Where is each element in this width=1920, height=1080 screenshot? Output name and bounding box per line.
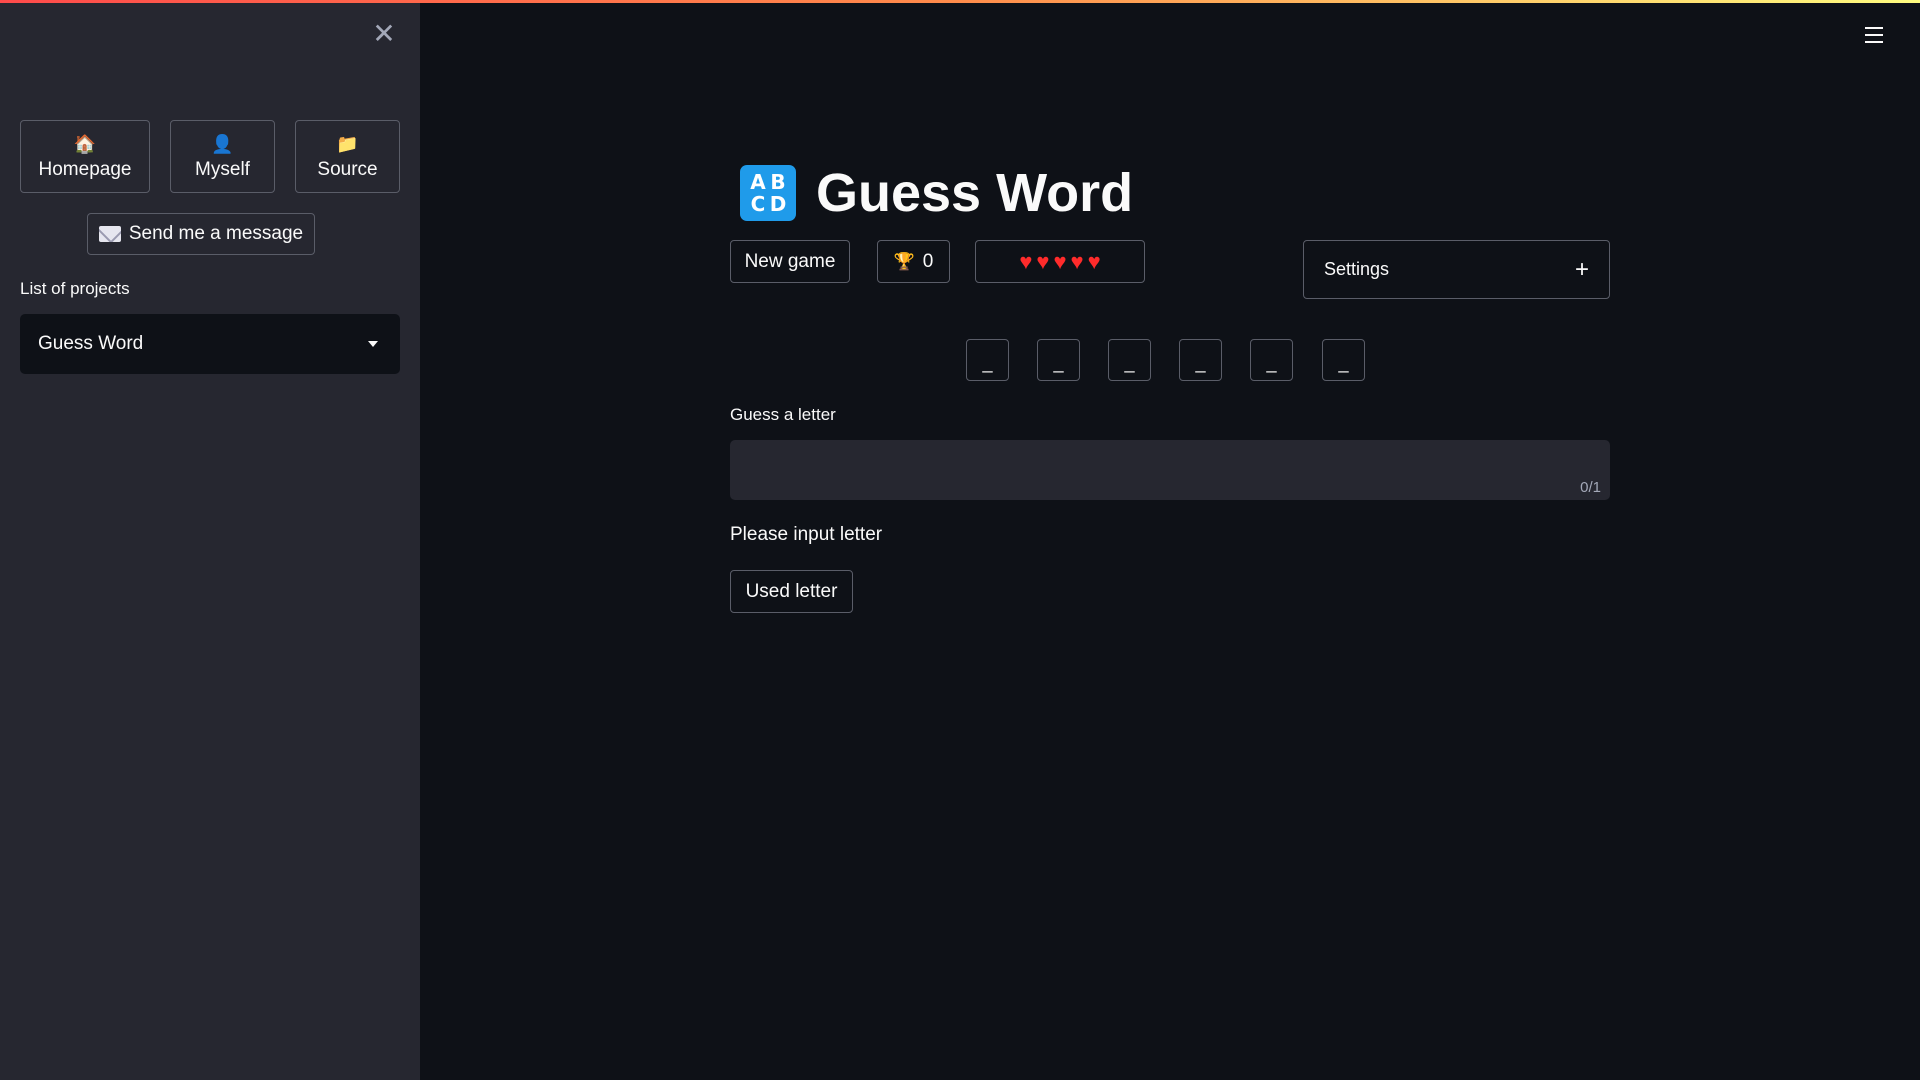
projects-label: List of projects <box>20 279 130 298</box>
page-title: Guess Word <box>816 163 1134 223</box>
lives-badge[interactable]: ♥ ♥ ♥ ♥ ♥ <box>975 240 1145 283</box>
sidebar: ✕ 🏠 Homepage 👤 Myself 📁 Source Send me a… <box>0 0 420 1080</box>
myself-button-label: Myself <box>195 158 250 180</box>
heart-icon: ♥ <box>1019 248 1033 274</box>
char-counter: 0/1 <box>1580 479 1601 496</box>
letter-slot: _ <box>1108 339 1151 381</box>
projects-select-value: Guess Word <box>38 333 144 354</box>
app-icon-letter: C <box>750 192 766 216</box>
app-icon-letter: A <box>750 170 766 194</box>
letter-slot: _ <box>1250 339 1293 381</box>
source-button[interactable]: 📁 Source <box>295 120 400 193</box>
close-icon[interactable]: ✕ <box>372 20 396 48</box>
trophy-icon: 🏆 <box>893 251 915 271</box>
envelope-icon <box>98 226 121 242</box>
top-decoration-bar <box>0 0 1920 3</box>
menu-icon[interactable] <box>1865 27 1883 43</box>
projects-select[interactable]: Guess Word <box>20 314 400 374</box>
source-button-label: Source <box>317 158 378 180</box>
homepage-button[interactable]: 🏠 Homepage <box>20 120 150 193</box>
house-icon: 🏠 <box>73 133 97 154</box>
app-icon-letter: B <box>770 170 786 194</box>
homepage-button-label: Homepage <box>38 158 132 180</box>
send-message-label: Send me a message <box>128 223 304 244</box>
send-message-button[interactable]: Send me a message <box>87 213 315 255</box>
heart-icon: ♥ <box>1087 248 1101 274</box>
letter-slot: _ <box>1037 339 1080 381</box>
myself-button[interactable]: 👤 Myself <box>170 120 275 193</box>
new-game-button[interactable]: New game <box>730 240 850 283</box>
score-value: 0 <box>922 250 934 272</box>
heart-icon: ♥ <box>1070 248 1084 274</box>
letter-slot: _ <box>1179 339 1222 381</box>
guess-input-wrapper: 0/1 <box>730 440 1610 500</box>
letter-slot: _ <box>966 339 1009 381</box>
person-icon: 👤 <box>211 133 234 154</box>
settings-expander[interactable]: Settings + <box>1303 240 1610 299</box>
hint-text: Please input letter <box>730 524 883 545</box>
guess-input[interactable] <box>730 440 1610 500</box>
abcd-icon: A B C D <box>740 165 796 221</box>
heart-icon: ♥ <box>1053 248 1067 274</box>
heart-icon: ♥ <box>1036 248 1050 274</box>
chevron-down-icon <box>368 341 378 347</box>
score-badge[interactable]: 🏆 0 <box>877 240 950 283</box>
letter-slot: _ <box>1322 339 1365 381</box>
app-icon-letter: D <box>769 192 787 216</box>
used-letter-button[interactable]: Used letter <box>730 570 853 613</box>
folder-icon: 📁 <box>336 133 359 154</box>
settings-label: Settings <box>1324 259 1390 279</box>
guess-label: Guess a letter <box>730 405 836 424</box>
plus-icon: + <box>1574 255 1589 283</box>
